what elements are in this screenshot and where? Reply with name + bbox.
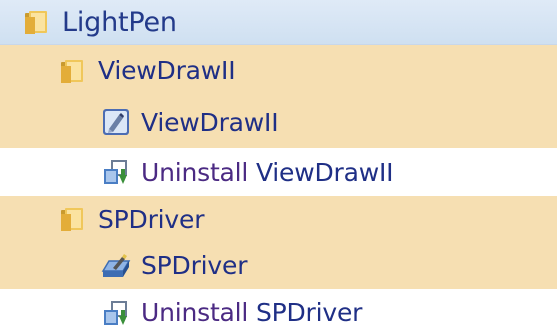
shortcut-label: Uninstall SPDriver [141, 300, 362, 325]
uninstall-target: SPDriver [255, 298, 363, 327]
viewdraw-app-icon [101, 107, 131, 137]
shortcut-label: Uninstall ViewDrawII [141, 157, 394, 187]
folder-icon [58, 56, 88, 86]
uninstall-word: Uninstall [141, 157, 249, 187]
folder-label: LightPen [62, 6, 177, 38]
folder-label: SPDriver [98, 204, 205, 234]
spdriver-app-icon [101, 251, 131, 281]
shortcut-spdriver[interactable]: SPDriver [0, 242, 557, 289]
shortcut-uninstall-spdriver[interactable]: Uninstall SPDriver [0, 289, 557, 336]
start-menu-tree: LightPen ViewDrawII ViewDrawII Uninstall… [0, 0, 557, 336]
uninstall-word: Uninstall [141, 298, 249, 327]
uninstall-icon [101, 298, 131, 328]
folder-lightpen[interactable]: LightPen [0, 0, 557, 45]
shortcut-viewdrawii[interactable]: ViewDrawII [0, 96, 557, 148]
folder-spdriver[interactable]: SPDriver [0, 196, 557, 242]
shortcut-label: SPDriver [141, 251, 248, 280]
folder-icon [22, 7, 52, 37]
uninstall-icon [101, 157, 131, 187]
folder-icon [58, 204, 88, 234]
uninstall-target: ViewDrawII [255, 157, 394, 187]
shortcut-uninstall-viewdrawii[interactable]: Uninstall ViewDrawII [0, 148, 557, 196]
folder-label: ViewDrawII [98, 56, 236, 85]
folder-viewdrawii[interactable]: ViewDrawII [0, 45, 557, 96]
shortcut-label: ViewDrawII [141, 107, 279, 137]
